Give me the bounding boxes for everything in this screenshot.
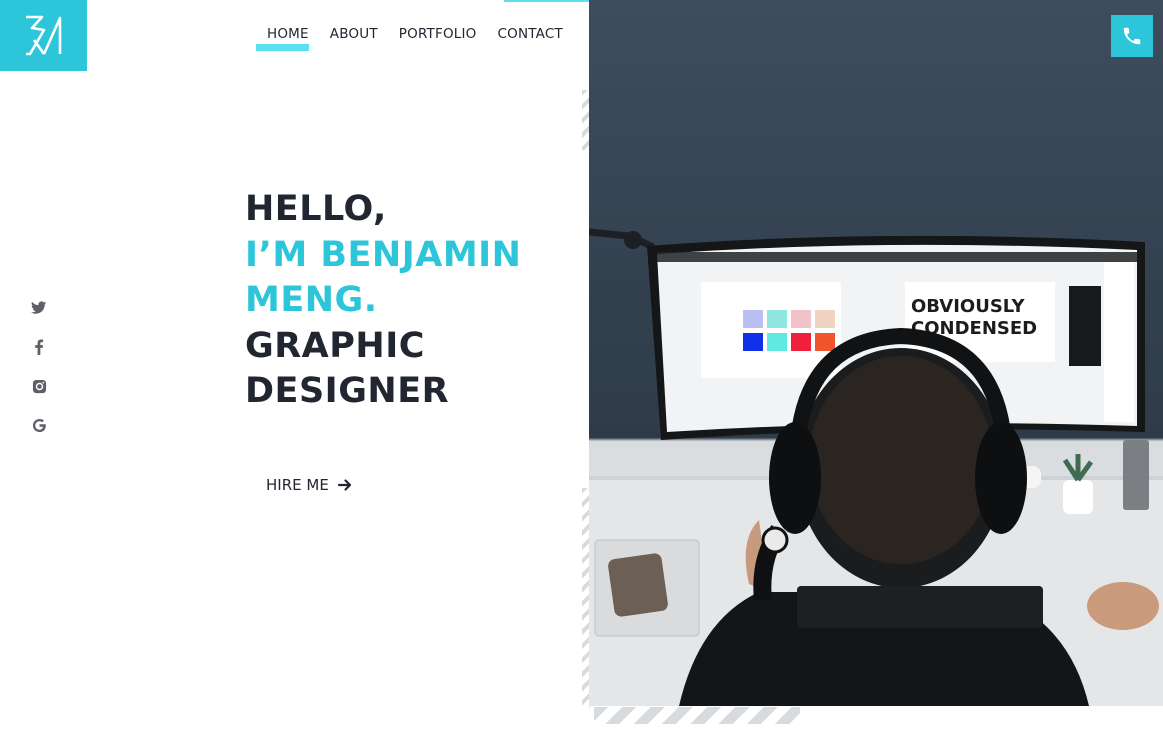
- hatch-decoration-horizontal: [594, 707, 800, 724]
- hero-line-role-1: GRAPHIC: [245, 325, 425, 366]
- designer-at-desk-illustration: OBVIOUSLY CONDENSED: [589, 228, 1163, 706]
- hero-line-surname: MENG.: [245, 280, 378, 320]
- monitor-headline-1: OBVIOUSLY: [911, 296, 1025, 317]
- instagram-icon[interactable]: [31, 378, 47, 394]
- accent-line: [504, 0, 590, 2]
- hire-me-label: HIRE ME: [266, 476, 329, 494]
- hire-me-button[interactable]: HIRE ME: [266, 476, 353, 494]
- nav-contact[interactable]: CONTACT: [498, 26, 563, 46]
- phone-icon: [1123, 27, 1141, 45]
- hero-line-name: I’M BENJAMIN: [245, 234, 522, 275]
- hero-line-hello: HELLO,: [245, 189, 387, 229]
- phone-button[interactable]: [1111, 15, 1153, 57]
- logo-mark-icon: [25, 15, 61, 55]
- google-icon[interactable]: [31, 417, 47, 433]
- twitter-icon[interactable]: [31, 300, 47, 316]
- hero-line-role-2: DESIGNER: [245, 371, 450, 411]
- main-nav: HOME ABOUT PORTFOLIO CONTACT: [256, 26, 584, 51]
- hero-photo: OBVIOUSLY CONDENSED: [589, 0, 1163, 706]
- nav-portfolio[interactable]: PORTFOLIO: [399, 26, 477, 46]
- site-logo[interactable]: [0, 0, 87, 71]
- arrow-right-icon: [337, 479, 351, 491]
- nav-home[interactable]: HOME: [256, 26, 309, 51]
- nav-about[interactable]: ABOUT: [330, 26, 378, 46]
- hero-heading: HELLO, I’M BENJAMIN MENG. GRAPHIC DESIGN…: [245, 187, 521, 415]
- facebook-icon[interactable]: [31, 339, 47, 355]
